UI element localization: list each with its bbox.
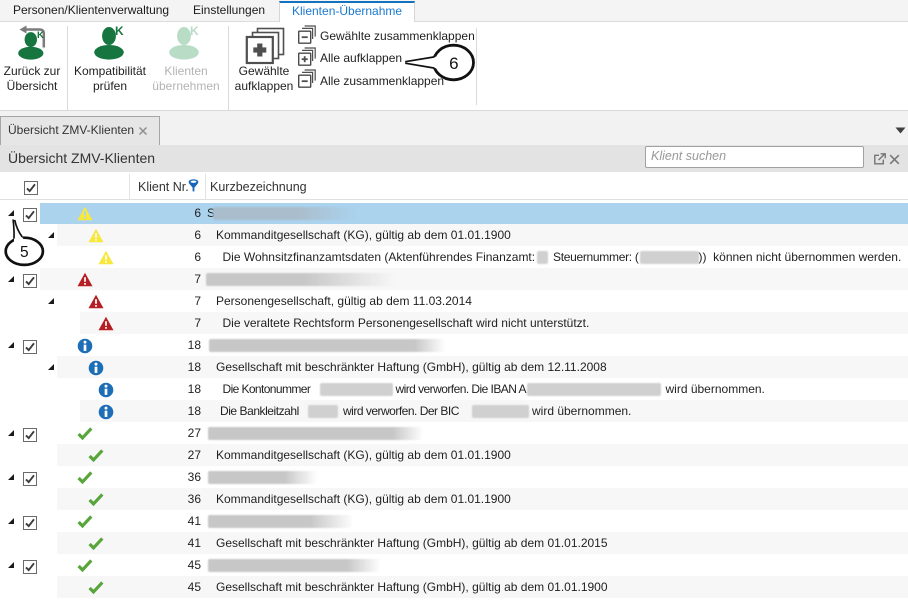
svg-text:5: 5 bbox=[20, 244, 29, 261]
svg-text:6: 6 bbox=[449, 54, 458, 73]
